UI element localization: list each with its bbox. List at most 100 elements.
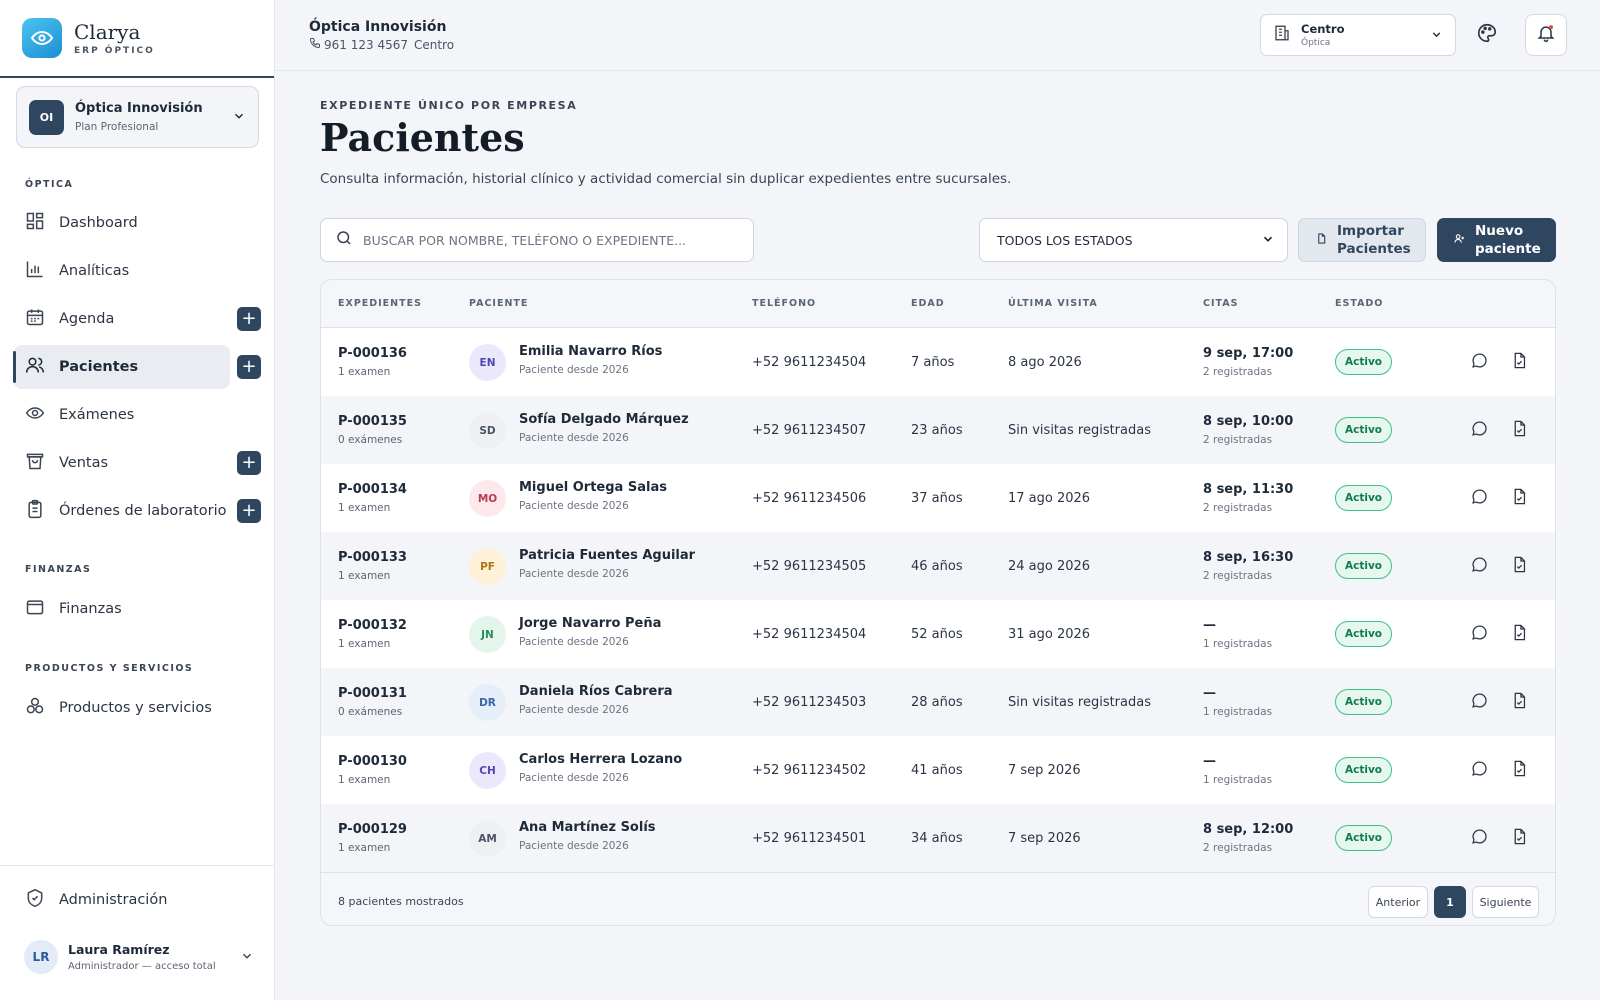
patient-name[interactable]: Miguel Ortega Salas — [519, 480, 667, 495]
user-menu[interactable]: LR Laura Ramírez Administrador — acceso … — [24, 940, 254, 974]
shield-icon — [25, 888, 45, 912]
column-header-paciente[interactable]: PACIENTE — [469, 298, 528, 309]
users-icon — [25, 355, 45, 379]
document-check-icon — [1511, 760, 1528, 781]
record-button[interactable] — [1509, 624, 1529, 644]
sidebar-item-pacientes[interactable]: Pacientes — [13, 345, 230, 389]
record-button[interactable] — [1509, 692, 1529, 712]
next-page-button[interactable]: Siguiente — [1472, 886, 1539, 918]
search-input[interactable] — [363, 232, 743, 248]
column-header-estado[interactable]: ESTADO — [1335, 298, 1383, 309]
record-button[interactable] — [1509, 760, 1529, 780]
table-row[interactable]: P-000136 1 examen EN Emilia Navarro Ríos Pac… — [321, 328, 1555, 396]
message-button[interactable] — [1469, 420, 1489, 440]
patient-age: 52 años — [911, 627, 963, 642]
expediente-id[interactable]: P-000136 — [338, 346, 407, 361]
patient-phone: +52 9611234506 — [752, 491, 867, 506]
avatar: JN — [469, 616, 506, 653]
patient-name[interactable]: Patricia Fuentes Aguilar — [519, 548, 695, 563]
branch-select[interactable]: Centro Óptica — [1260, 14, 1456, 56]
table-row[interactable]: P-000130 1 examen CH Carlos Herrera Lozano P… — [321, 736, 1555, 804]
sidebar-item-label: Administración — [59, 892, 168, 908]
add-paciente-button[interactable]: + — [237, 355, 261, 379]
sidebar-item-dashboard[interactable]: Dashboard — [14, 201, 230, 245]
record-button[interactable] — [1509, 828, 1529, 848]
add-agenda-button[interactable]: + — [237, 307, 261, 331]
column-header-edad[interactable]: EDAD — [911, 298, 945, 309]
patient-age: 46 años — [911, 559, 963, 574]
table-row[interactable]: P-000129 1 examen AM Ana Martínez Solís Paci… — [321, 804, 1555, 872]
message-button[interactable] — [1469, 624, 1489, 644]
document-check-icon — [1511, 624, 1528, 645]
message-button[interactable] — [1469, 352, 1489, 372]
column-header-telefono[interactable]: TELÉFONO — [752, 298, 816, 309]
expediente-id[interactable]: P-000131 — [338, 686, 407, 701]
avatar: PF — [469, 548, 506, 585]
brand[interactable]: Clarya ERP ÓPTICO — [0, 0, 274, 78]
table-row[interactable]: P-000131 0 exámenes DR Daniela Ríos Cabrera… — [321, 668, 1555, 736]
last-visit: 17 ago 2026 — [1008, 491, 1091, 506]
message-button[interactable] — [1469, 488, 1489, 508]
new-label-line2: paciente — [1475, 241, 1541, 257]
message-button[interactable] — [1469, 692, 1489, 712]
patient-name[interactable]: Ana Martínez Solís — [519, 820, 656, 835]
add-orden-button[interactable]: + — [237, 499, 261, 523]
table-row[interactable]: P-000135 0 exámenes SD Sofía Delgado Márque… — [321, 396, 1555, 464]
current-page-button[interactable]: 1 — [1434, 886, 1466, 918]
document-check-icon — [1511, 420, 1528, 441]
appointment-count: 2 registradas — [1203, 502, 1273, 514]
new-patient-button[interactable]: Nuevo paciente — [1437, 218, 1556, 262]
patient-name[interactable]: Carlos Herrera Lozano — [519, 752, 682, 767]
record-button[interactable] — [1509, 556, 1529, 576]
expediente-id[interactable]: P-000132 — [338, 618, 407, 633]
sidebar-item-ventas[interactable]: Ventas — [14, 441, 230, 485]
user-role: Administrador — acceso total — [68, 961, 216, 972]
record-button[interactable] — [1509, 420, 1529, 440]
patient-name[interactable]: Emilia Navarro Ríos — [519, 344, 662, 359]
sidebar-item-finanzas[interactable]: Finanzas — [14, 587, 230, 631]
patient-name[interactable]: Jorge Navarro Peña — [519, 616, 661, 631]
page-description: Consulta información, historial clínico … — [320, 171, 1012, 187]
expediente-id[interactable]: P-000130 — [338, 754, 407, 769]
sidebar-item-label: Pacientes — [59, 359, 139, 375]
message-button[interactable] — [1469, 556, 1489, 576]
company-switcher[interactable]: OI Óptica Innovisión Plan Profesional — [16, 86, 259, 148]
sidebar-item-analiticas[interactable]: Analíticas — [14, 249, 230, 293]
message-button[interactable] — [1469, 760, 1489, 780]
avatar: EN — [469, 344, 506, 381]
record-button[interactable] — [1509, 488, 1529, 508]
status-filter-select[interactable]: TODOS LOS ESTADOS — [979, 218, 1288, 262]
expediente-id[interactable]: P-000133 — [338, 550, 407, 565]
patient-name[interactable]: Daniela Ríos Cabrera — [519, 684, 673, 699]
table-row[interactable]: P-000133 1 examen PF Patricia Fuentes Aguil… — [321, 532, 1555, 600]
last-visit: 8 ago 2026 — [1008, 355, 1082, 370]
expediente-id[interactable]: P-000135 — [338, 414, 407, 429]
sidebar-item-label: Productos y servicios — [59, 700, 212, 716]
column-header-expedientes[interactable]: EXPEDIENTES — [338, 298, 422, 309]
table-row[interactable]: P-000134 1 examen MO Miguel Ortega Salas Pac… — [321, 464, 1555, 532]
document-check-icon — [1511, 556, 1528, 577]
expediente-id[interactable]: P-000134 — [338, 482, 407, 497]
notifications-button[interactable] — [1525, 14, 1567, 56]
column-header-ultima-visita[interactable]: ÚLTIMA VISITA — [1008, 298, 1098, 309]
sidebar-item-agenda[interactable]: Agenda — [14, 297, 230, 341]
avatar: LR — [24, 940, 58, 974]
chat-bubble-icon — [1471, 556, 1488, 577]
next-appointment: 8 sep, 16:30 — [1203, 550, 1294, 565]
last-visit: Sin visitas registradas — [1008, 423, 1151, 438]
add-venta-button[interactable]: + — [237, 451, 261, 475]
company-plan: Plan Profesional — [75, 121, 159, 133]
import-patients-button[interactable]: Importar Pacientes — [1298, 218, 1426, 262]
record-button[interactable] — [1509, 352, 1529, 372]
sidebar-item-administracion[interactable]: Administración — [14, 878, 230, 922]
theme-button[interactable] — [1474, 22, 1500, 48]
column-header-citas[interactable]: CITAS — [1203, 298, 1238, 309]
sidebar-item-productos[interactable]: Productos y servicios — [14, 686, 230, 730]
sidebar-item-examenes[interactable]: Exámenes — [14, 393, 230, 437]
previous-page-button[interactable]: Anterior — [1368, 886, 1428, 918]
message-button[interactable] — [1469, 828, 1489, 848]
patient-name[interactable]: Sofía Delgado Márquez — [519, 412, 689, 427]
expediente-id[interactable]: P-000129 — [338, 822, 407, 837]
sidebar-item-ordenes-laboratorio[interactable]: Órdenes de laboratorio — [14, 489, 230, 533]
table-row[interactable]: P-000132 1 examen JN Jorge Navarro Peña Paci… — [321, 600, 1555, 668]
